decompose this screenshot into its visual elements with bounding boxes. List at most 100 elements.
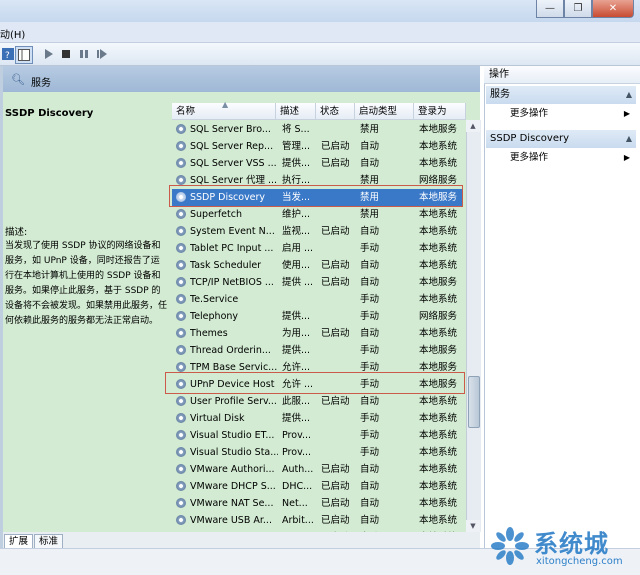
cell-log-on-as: 本地服务 [419,345,458,356]
scroll-up-icon[interactable]: ▲ [466,120,480,132]
table-row[interactable]: Telephony 提供... 手动 网络服务 [172,308,462,325]
scroll-down-icon[interactable]: ▼ [466,520,480,532]
table-row[interactable]: VMware DHCP S... DHC... 已启动 自动 本地系统 [172,478,462,495]
service-gear-icon [176,515,186,525]
column-label-name: 名称 [176,106,196,117]
column-header-startup-type[interactable]: 启动类型 [355,103,414,120]
table-row[interactable]: Te.Service 手动 本地系统 [172,291,462,308]
table-row[interactable]: Virtual Disk 提供... 手动 本地系统 [172,410,462,427]
cell-log-on-as: 本地系统 [419,226,458,237]
service-gear-icon [176,277,186,287]
table-row[interactable]: User Profile Serv... 此服... 已启动 自动 本地系统 [172,393,462,410]
description-text: 当发现了使用 SSDP 协议的网络设备和服务，如 UPnP 设备，同时还报告了运… [5,241,168,326]
cell-startup-type: 自动 [360,498,380,509]
vertical-scrollbar[interactable] [466,120,481,532]
cell-name: Visual Studio ET... [190,430,275,441]
service-gear-icon [176,311,186,321]
table-row[interactable]: Visual Studio ET... Prov... 手动 本地系统 [172,427,462,444]
restart-icon[interactable] [94,46,110,62]
table-row[interactable]: Thread Orderin... 提供... 手动 本地服务 [172,342,462,359]
cell-startup-type: 禁用 [360,209,380,220]
toolbar: ? [0,43,640,66]
column-header-log-on-as[interactable]: 登录为 [414,103,466,120]
show-hide-console-tree-icon[interactable] [15,46,33,64]
service-gear-icon [176,464,186,474]
stop-icon[interactable] [58,46,74,62]
action-group-ssdp[interactable]: SSDP Discovery ▲ [486,130,636,148]
table-row[interactable]: TCP/IP NetBIOS ... 提供 ... 已启动 自动 本地服务 [172,274,462,291]
cell-name: Virtual Disk [190,413,245,424]
collapse-up-icon: ▲ [625,134,632,143]
action-group-services[interactable]: 服务 ▲ [486,86,636,104]
column-header-description[interactable]: 描述 [276,103,316,120]
service-gear-icon [176,141,186,151]
table-row[interactable]: System Event N... 监视... 已启动 自动 本地系统 [172,223,462,240]
description-label: 描述: [5,227,28,238]
table-row[interactable]: SQL Server VSS ... 提供... 已启动 自动 本地系统 [172,155,462,172]
cell-name: SQL Server Bro... [190,124,271,135]
cell-description: Auth... [282,464,314,475]
cell-description: 提供... [282,158,311,169]
help-icon[interactable]: ? [0,46,16,62]
cell-log-on-as: 本地系统 [419,209,458,220]
cell-name: Tablet PC Input ... [190,243,274,254]
cell-status: 已启动 [321,141,350,152]
menu-bar: 动(H) [0,22,640,43]
table-row[interactable]: Superfetch 维护... 禁用 本地系统 [172,206,462,223]
table-row[interactable]: Task Scheduler 使用... 已启动 自动 本地系统 [172,257,462,274]
cell-startup-type: 手动 [360,413,380,424]
more-actions-ssdp[interactable]: 更多操作 ▶ [486,150,636,166]
table-row[interactable]: VMware NAT Se... Net... 已启动 自动 本地系统 [172,495,462,512]
cell-name: Te.Service [190,294,239,305]
cell-description: Prov... [282,447,312,458]
svg-text:?: ? [5,51,10,60]
more-actions-services[interactable]: 更多操作 ▶ [486,106,636,122]
cell-description: 使用... [282,260,311,271]
restore-button[interactable]: ❐ [564,0,592,18]
cell-log-on-as: 本地系统 [419,158,458,169]
minimize-button[interactable]: — [536,0,564,18]
table-row[interactable]: VMware USB Ar... Arbit... 已启动 自动 本地系统 [172,512,462,529]
cell-startup-type: 手动 [360,430,380,441]
submenu-arrow-icon: ▶ [623,109,630,118]
cell-log-on-as: 本地系统 [419,430,458,441]
cell-status: 已启动 [321,158,350,169]
table-row[interactable]: VMware Authori... Auth... 已启动 自动 本地系统 [172,461,462,478]
table-row[interactable]: SQL Server Rep... 管理... 已启动 自动 本地系统 [172,138,462,155]
cell-startup-type: 自动 [360,481,380,492]
service-gear-icon [176,243,186,253]
watermark-text: 系统城 [534,530,609,558]
cell-name: System Event N... [190,226,275,237]
table-row[interactable]: Visual Studio Sta... Prov... 手动 本地系统 [172,444,462,461]
cell-name: VMware NAT Se... [190,498,274,509]
column-header-status[interactable]: 状态 [316,103,355,120]
cell-name: VMware DHCP S... [190,481,276,492]
service-gear-icon [176,175,186,185]
cell-description: 此服... [282,396,311,407]
table-row[interactable]: Themes 为用... 已启动 自动 本地系统 [172,325,462,342]
cell-log-on-as: 本地系统 [419,498,458,509]
cell-log-on-as: 本地系统 [419,413,458,424]
close-button[interactable]: ✕ [592,0,634,18]
scrollbar-thumb[interactable] [468,376,480,428]
actions-header: 操作 [484,66,640,84]
cell-startup-type: 自动 [360,141,380,152]
menu-help[interactable]: 动(H) [0,26,25,41]
cell-log-on-as: 本地系统 [419,243,458,254]
cell-log-on-as: 本地系统 [419,464,458,475]
highlight-box-upnp [165,372,465,394]
cell-startup-type: 自动 [360,277,380,288]
table-row[interactable]: Tablet PC Input ... 启用 ... 手动 本地系统 [172,240,462,257]
service-gear-icon [176,447,186,457]
service-gear-icon [176,158,186,168]
cell-name: Telephony [190,311,239,322]
play-icon[interactable] [41,46,57,62]
column-header-name[interactable]: 名称 ▲ [172,100,276,120]
cell-status: 已启动 [321,464,350,475]
cell-startup-type: 禁用 [360,124,380,135]
service-gear-icon [176,328,186,338]
cell-description: 监视... [282,226,311,237]
table-row[interactable]: SQL Server Bro... 将 S... 禁用 本地服务 [172,121,462,138]
cell-name: Thread Orderin... [190,345,271,356]
pause-icon[interactable] [76,46,92,62]
